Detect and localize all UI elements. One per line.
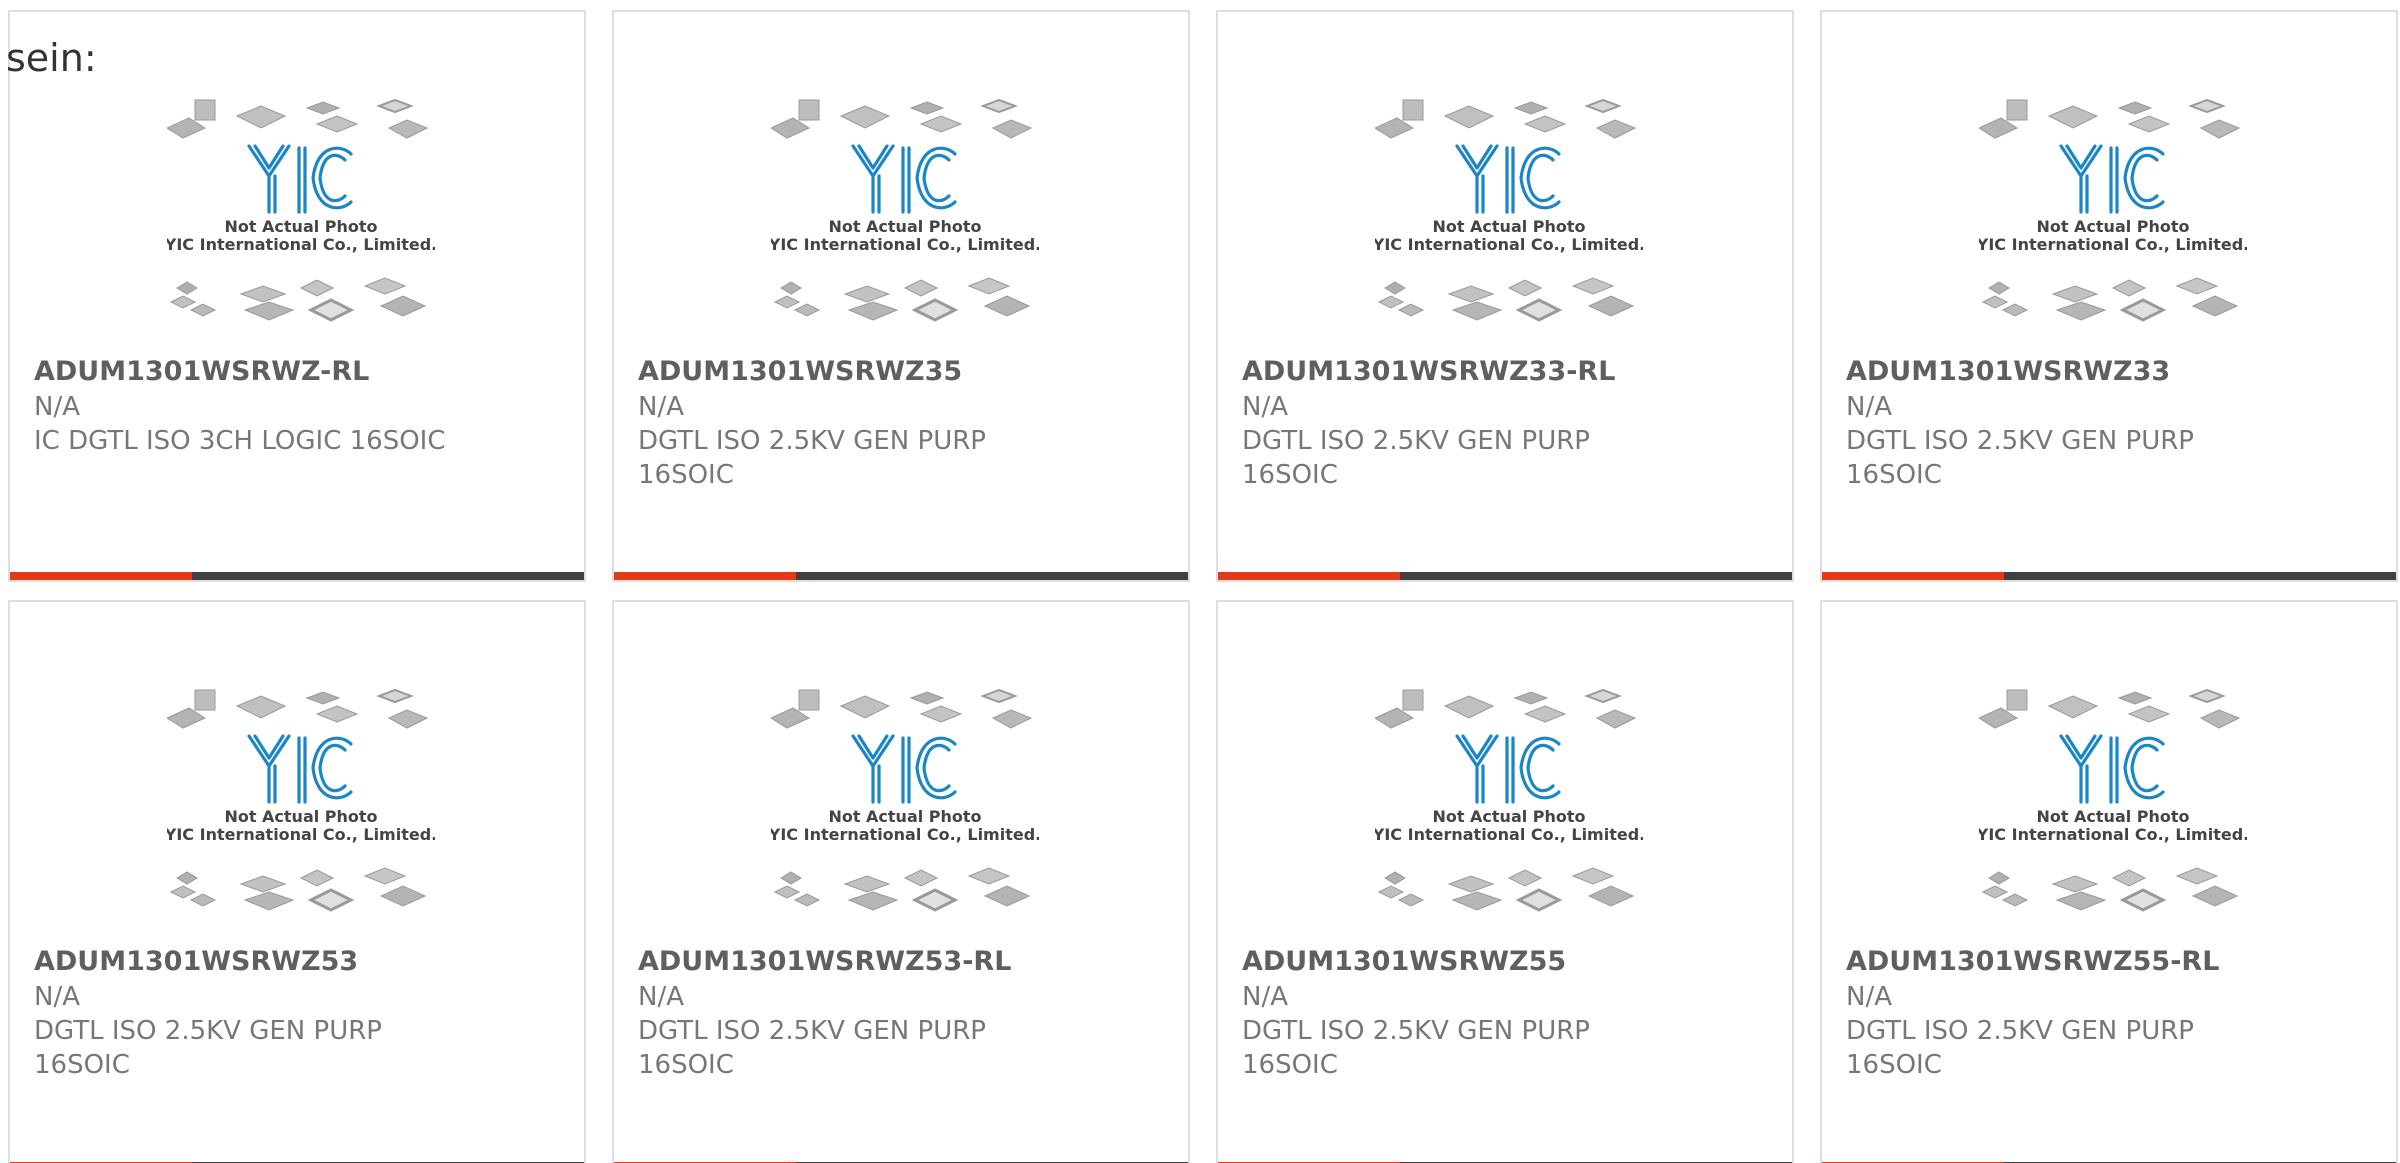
chip-packages-top xyxy=(771,688,1033,729)
chip-packages-top xyxy=(1375,688,1637,729)
product-manufacturer: N/A xyxy=(34,982,80,1012)
thumb-caption-line2: YIC International Co., Limited. xyxy=(771,825,1039,844)
product-thumbnail: Not Actual Photo YIC International Co., … xyxy=(1979,98,2247,358)
product-part-number[interactable]: ADUM1301WSRWZ35 xyxy=(638,354,1158,390)
yic-logo xyxy=(1455,144,1561,214)
product-thumbnail: Not Actual Photo YIC International Co., … xyxy=(1979,688,2247,948)
product-part-number[interactable]: ADUM1301WSRWZ-RL xyxy=(34,354,554,390)
chip-packages-top xyxy=(167,98,429,139)
product-description: DGTL ISO 2.5KV GEN PURP 16SOIC xyxy=(638,1016,986,1080)
product-manufacturer: N/A xyxy=(638,982,684,1012)
thumb-caption-line2: YIC International Co., Limited. xyxy=(1979,825,2247,844)
thumb-caption-line1: Not Actual Photo xyxy=(828,217,981,236)
product-manufacturer: N/A xyxy=(1242,392,1288,422)
thumb-caption-line2: YIC International Co., Limited. xyxy=(1375,825,1643,844)
product-thumbnail: Not Actual Photo YIC International Co., … xyxy=(771,98,1039,358)
product-description: DGTL ISO 2.5KV GEN PURP 16SOIC xyxy=(34,1016,382,1080)
thumb-caption-line2: YIC International Co., Limited. xyxy=(167,235,435,254)
thumb-caption-line2: YIC International Co., Limited. xyxy=(1375,235,1643,254)
product-card[interactable]: Not Actual Photo YIC International Co., … xyxy=(612,10,1190,582)
yic-logo xyxy=(851,144,957,214)
product-description: DGTL ISO 2.5KV GEN PURP 16SOIC xyxy=(638,426,986,490)
chip-packages-bottom xyxy=(169,867,427,912)
card-accent-bar xyxy=(1218,572,1400,580)
chip-placeholder-image: Not Actual Photo YIC International Co., … xyxy=(167,98,435,322)
chip-packages-top xyxy=(771,98,1033,139)
product-manufacturer: N/A xyxy=(1846,982,1892,1012)
thumb-caption-line1: Not Actual Photo xyxy=(828,807,981,826)
chip-placeholder-image: Not Actual Photo YIC International Co., … xyxy=(167,688,435,912)
yic-logo xyxy=(2059,734,2165,804)
chip-placeholder-image: Not Actual Photo YIC International Co., … xyxy=(1979,688,2247,912)
product-card[interactable]: Not Actual Photo YIC International Co., … xyxy=(1216,600,1794,1163)
product-card[interactable]: Not Actual Photo YIC International Co., … xyxy=(1216,10,1794,582)
chip-packages-bottom xyxy=(773,277,1031,322)
chip-packages-top xyxy=(1979,98,2241,139)
thumb-caption-line1: Not Actual Photo xyxy=(2036,807,2189,826)
chip-placeholder-image: Not Actual Photo YIC International Co., … xyxy=(1375,688,1643,912)
chip-packages-top xyxy=(1979,688,2241,729)
product-description: DGTL ISO 2.5KV GEN PURP 16SOIC xyxy=(1846,1016,2194,1080)
chip-packages-bottom xyxy=(1981,277,2239,322)
product-part-number[interactable]: ADUM1301WSRWZ55 xyxy=(1242,944,1762,980)
chip-packages-bottom xyxy=(1377,867,1635,912)
card-accent-bar xyxy=(614,572,796,580)
card-bottom-bar xyxy=(10,572,584,580)
product-thumbnail: Not Actual Photo YIC International Co., … xyxy=(1375,98,1643,358)
product-thumbnail: Not Actual Photo YIC International Co., … xyxy=(167,98,435,358)
chip-packages-top xyxy=(167,688,429,729)
thumb-caption-line1: Not Actual Photo xyxy=(2036,217,2189,236)
chip-placeholder-image: Not Actual Photo YIC International Co., … xyxy=(1375,98,1643,322)
chip-packages-bottom xyxy=(1981,867,2239,912)
product-card[interactable]: Not Actual Photo YIC International Co., … xyxy=(612,600,1190,1163)
thumb-caption-line2: YIC International Co., Limited. xyxy=(1979,235,2247,254)
product-thumbnail: Not Actual Photo YIC International Co., … xyxy=(1375,688,1643,948)
product-manufacturer: N/A xyxy=(34,392,80,422)
product-card[interactable]: Not Actual Photo YIC International Co., … xyxy=(1820,600,2398,1163)
chip-placeholder-image: Not Actual Photo YIC International Co., … xyxy=(1979,98,2247,322)
intro-label: sein: xyxy=(6,36,97,80)
product-card[interactable]: Not Actual Photo YIC International Co., … xyxy=(8,10,586,582)
product-part-number[interactable]: ADUM1301WSRWZ53 xyxy=(34,944,554,980)
product-listing-page: sein: Not Actual Photo YIC International… xyxy=(0,0,2400,1163)
card-accent-bar xyxy=(10,572,192,580)
product-card[interactable]: Not Actual Photo YIC International Co., … xyxy=(1820,10,2398,582)
product-grid: Not Actual Photo YIC International Co., … xyxy=(0,0,2400,1163)
thumb-caption-line1: Not Actual Photo xyxy=(1432,807,1585,826)
chip-packages-bottom xyxy=(773,867,1031,912)
card-bottom-bar xyxy=(1822,572,2396,580)
product-card[interactable]: Not Actual Photo YIC International Co., … xyxy=(8,600,586,1163)
chip-placeholder-image: Not Actual Photo YIC International Co., … xyxy=(771,688,1039,912)
product-manufacturer: N/A xyxy=(638,392,684,422)
product-description: IC DGTL ISO 3CH LOGIC 16SOIC xyxy=(34,426,446,456)
card-bottom-bar xyxy=(1218,572,1792,580)
product-description: DGTL ISO 2.5KV GEN PURP 16SOIC xyxy=(1846,426,2194,490)
card-accent-bar xyxy=(1822,572,2004,580)
yic-logo xyxy=(1455,734,1561,804)
thumb-caption-line1: Not Actual Photo xyxy=(1432,217,1585,236)
chip-packages-bottom xyxy=(169,277,427,322)
thumb-caption-line2: YIC International Co., Limited. xyxy=(771,235,1039,254)
yic-logo xyxy=(2059,144,2165,214)
thumb-caption-line1: Not Actual Photo xyxy=(224,217,377,236)
product-part-number[interactable]: ADUM1301WSRWZ55-RL xyxy=(1846,944,2366,980)
product-manufacturer: N/A xyxy=(1242,982,1288,1012)
yic-logo xyxy=(247,144,353,214)
card-bottom-bar xyxy=(614,572,1188,580)
product-part-number[interactable]: ADUM1301WSRWZ53-RL xyxy=(638,944,1158,980)
yic-logo xyxy=(247,734,353,804)
product-description: DGTL ISO 2.5KV GEN PURP 16SOIC xyxy=(1242,1016,1590,1080)
product-thumbnail: Not Actual Photo YIC International Co., … xyxy=(771,688,1039,948)
chip-packages-top xyxy=(1375,98,1637,139)
chip-placeholder-image: Not Actual Photo YIC International Co., … xyxy=(771,98,1039,322)
chip-packages-bottom xyxy=(1377,277,1635,322)
thumb-caption-line2: YIC International Co., Limited. xyxy=(167,825,435,844)
thumb-caption-line1: Not Actual Photo xyxy=(224,807,377,826)
yic-logo xyxy=(851,734,957,804)
product-part-number[interactable]: ADUM1301WSRWZ33-RL xyxy=(1242,354,1762,390)
product-description: DGTL ISO 2.5KV GEN PURP 16SOIC xyxy=(1242,426,1590,490)
product-thumbnail: Not Actual Photo YIC International Co., … xyxy=(167,688,435,948)
product-part-number[interactable]: ADUM1301WSRWZ33 xyxy=(1846,354,2366,390)
product-manufacturer: N/A xyxy=(1846,392,1892,422)
